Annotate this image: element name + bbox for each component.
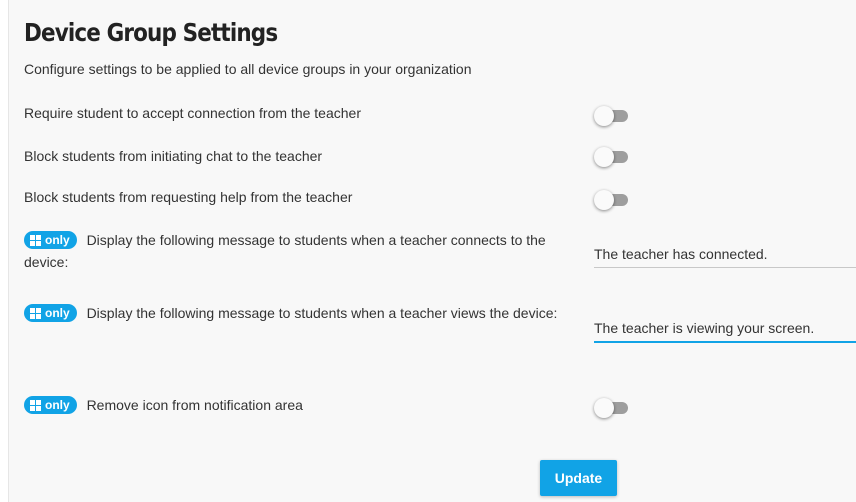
connect-message-underline [594, 267, 856, 268]
block-help-label: Block students from requesting help from… [24, 189, 353, 205]
windows-icon [30, 234, 41, 246]
connect-message-label: only Display the following message to st… [24, 229, 584, 273]
update-button[interactable]: Update [540, 460, 617, 496]
toggle-knob [594, 106, 614, 126]
block-chat-toggle[interactable] [594, 147, 630, 167]
remove-icon-text: Remove icon from notification area [86, 397, 303, 413]
view-message-text: Display the following message to student… [86, 305, 558, 321]
toggle-knob [594, 398, 614, 418]
remove-icon-toggle[interactable] [594, 398, 630, 418]
require-accept-toggle[interactable] [594, 106, 630, 126]
connect-message-text-line1: Display the following message to student… [86, 232, 546, 248]
windows-icon [30, 307, 41, 319]
require-accept-label: Require student to accept connection fro… [24, 105, 361, 121]
page-title: Device Group Settings [24, 18, 278, 47]
block-help-toggle[interactable] [594, 190, 630, 210]
block-chat-label: Block students from initiating chat to t… [24, 148, 323, 164]
toggle-knob [594, 190, 614, 210]
badge-text: only [45, 233, 70, 248]
badge-text: only [45, 306, 70, 321]
badge-text: only [45, 398, 70, 413]
page-subtitle: Configure settings to be applied to all … [24, 61, 472, 77]
toggle-knob [594, 147, 614, 167]
remove-icon-label: only Remove icon from notification area [24, 394, 303, 416]
windows-only-badge: only [24, 231, 77, 250]
view-message-label: only Display the following message to st… [24, 302, 557, 324]
view-message-underline-focused [594, 341, 856, 343]
left-border [0, 0, 9, 502]
windows-icon [30, 399, 41, 411]
windows-only-badge: only [24, 304, 77, 323]
windows-only-badge: only [24, 396, 77, 415]
connect-message-text-line2: device: [24, 254, 69, 270]
view-message-input[interactable] [594, 315, 856, 343]
connect-message-input[interactable] [594, 241, 856, 269]
